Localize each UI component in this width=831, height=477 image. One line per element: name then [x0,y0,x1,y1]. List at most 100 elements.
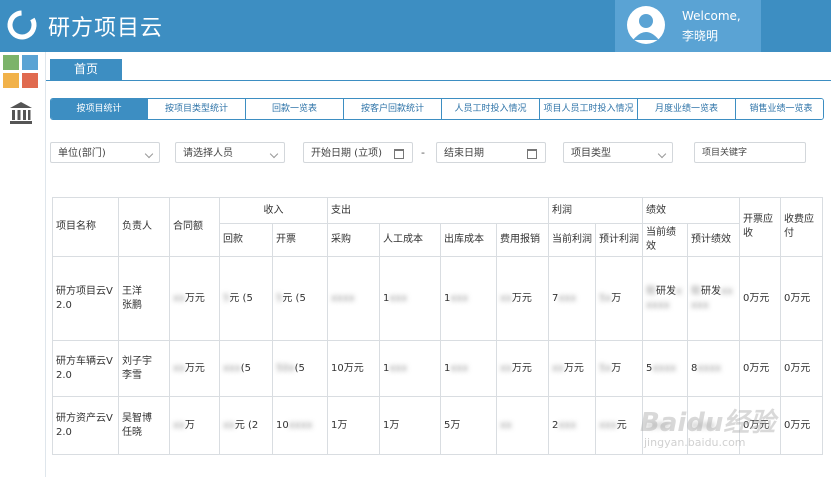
header-owner: 负责人 [118,197,170,257]
tile-red [22,73,38,88]
cell-invoice-receivable: 0万元 [739,340,781,397]
avatar-icon[interactable] [627,6,665,44]
header-fee-payable: 收费应付 [780,197,823,257]
cell-profit-expected: xxx元 [595,396,643,455]
header-expense-stock: 出库成本 [440,223,497,257]
cell-contract: xx万 [169,396,220,455]
cell-fee-payable: 0万元 [780,256,823,341]
cell-labor: 1万 [379,396,441,455]
cell-stock: 1xxx [440,340,497,397]
date-separator: - [421,146,425,159]
bank-icon[interactable] [8,100,34,126]
subtab-by-customer-payment[interactable]: 按客户回款统计 [344,99,442,119]
cell-return: xx元 (2 [219,396,273,455]
subtab-by-project[interactable]: 按项目统计 [51,99,148,119]
subtab-staff-hours[interactable]: 人员工时投入情况 [442,99,540,119]
apps-grid-icon[interactable] [3,55,41,91]
tab-home[interactable]: 首页 [50,59,122,80]
unit-select[interactable]: 单位(部门) [50,142,160,163]
cell-invoice-receivable: 0万元 [739,396,781,455]
end-date-input[interactable]: 结束日期 [436,142,546,163]
project-type-select[interactable]: 项目类型 [563,142,673,163]
cell-project-name: 研方资产云V2.0 [52,396,119,455]
cell-perf-expected: 8xxxx [687,340,740,397]
header-expense-purchase: 采购 [327,223,380,257]
cell-invoice: 50x(5 [272,340,328,397]
cell-labor: 1xxx [379,256,441,341]
header-income: 收入 [219,197,328,224]
tile-yellow [3,73,19,88]
cell-profit-current: xx万元 [548,340,596,397]
cell-contract: xx万元 [169,256,220,341]
welcome-text: Welcome, [682,9,741,23]
header-income-return: 回款 [219,223,273,257]
cell-stock: 5万 [440,396,497,455]
cell-fee: xx万元 [496,340,549,397]
person-select[interactable]: 请选择人员 [175,142,285,163]
cell-invoice-receivable: 0万元 [739,256,781,341]
cell-fee-payable: 0万元 [780,396,823,455]
subtab-by-project-type[interactable]: 按项目类型统计 [148,99,246,119]
cell-invoice: 5元 (5 [272,256,328,341]
start-date-input[interactable]: 开始日期 (立项) [303,142,413,163]
cell-stock: 1xxx [440,256,497,341]
subtab-monthly-performance[interactable]: 月度业绩一览表 [638,99,736,119]
table-row[interactable]: 研方车辆云V2.0 刘子宇 李雪 xx万元 xxx(5 50x(5 10万元 1… [52,340,823,397]
cell-profit-expected: 5x万 [595,340,643,397]
header-income-invoice: 开票 [272,223,328,257]
cell-perf-expected: xxxx [687,396,740,455]
header-profit: 利润 [548,197,643,224]
cell-purchase: 10万元 [327,340,380,397]
tile-blue [22,55,38,70]
table-row[interactable]: 研方资产云V2.0 吴智博 任晓 xx万 xx元 (2 10xxxx 1万 1万… [52,396,823,455]
cell-profit-current: 2xxx [548,396,596,455]
header-expense-fee: 费用报销 [496,223,549,257]
project-type-value: 项目类型 [571,148,611,159]
logo-icon [7,10,37,40]
cell-profit-expected: 5x万 [595,256,643,341]
cell-perf-current: 软研发xxxxx [642,256,688,341]
cell-invoice: 10xxxx [272,396,328,455]
subtab-sales-performance[interactable]: 销售业绩一览表 [736,99,823,119]
cell-labor: 1xxx [379,340,441,397]
end-date-placeholder: 结束日期 [444,148,484,159]
header-expense-labor: 人工成本 [379,223,441,257]
subtab-project-staff-hours[interactable]: 项目人员工时投入情况 [540,99,638,119]
tile-green [3,55,19,70]
person-select-value: 请选择人员 [183,148,233,159]
report-subtabs: 按项目统计 按项目类型统计 回款一览表 按客户回款统计 人员工时投入情况 项目人… [50,98,824,120]
cell-fee-payable: 0万元 [780,340,823,397]
unit-select-value: 单位(部门) [58,148,106,159]
cell-owner: 吴智博 任晓 [118,396,170,455]
cell-purchase: 1万 [327,396,380,455]
cell-fee: xx万元 [496,256,549,341]
start-date-placeholder: 开始日期 (立项) [311,148,382,159]
subtab-payment-list[interactable]: 回款一览表 [246,99,344,119]
cell-return: xxx(5 [219,340,273,397]
cell-perf-current: 5xxxx [642,340,688,397]
chevron-down-icon [144,149,154,159]
cell-owner: 王洋 张鹏 [118,256,170,341]
calendar-icon [394,149,404,159]
cell-purchase: xxxx [327,256,380,341]
user-name: 李晓明 [682,29,719,43]
header-performance: 绩效 [642,197,740,224]
header-contract: 合同额 [169,197,220,257]
cell-profit-current: 7xxx [548,256,596,341]
header-perf-expected: 预计绩效 [687,223,740,257]
header-invoice-receivable: 开票应收 [739,197,781,257]
header-profit-current: 当前利润 [548,223,596,257]
cell-fee: xx [496,396,549,455]
left-sidebar [0,52,46,477]
keyword-input[interactable]: 项目关键字 [694,142,806,163]
user-panel[interactable]: Welcome, 李晓明 [615,0,761,52]
page-tab-bar: 首页 [46,58,831,81]
chevron-down-icon [269,149,279,159]
header-expense: 支出 [327,197,549,224]
cell-contract: xx万元 [169,340,220,397]
calendar-icon [527,149,537,159]
keyword-placeholder: 项目关键字 [702,148,748,158]
cell-perf-expected: 软研发xxxxx [687,256,740,341]
table-row[interactable]: 研方项目云V2.0 王洋 张鹏 xx万元 5元 (5 5元 (5 xxxx 1x… [52,256,823,341]
app-title: 研方项目云 [48,16,164,41]
